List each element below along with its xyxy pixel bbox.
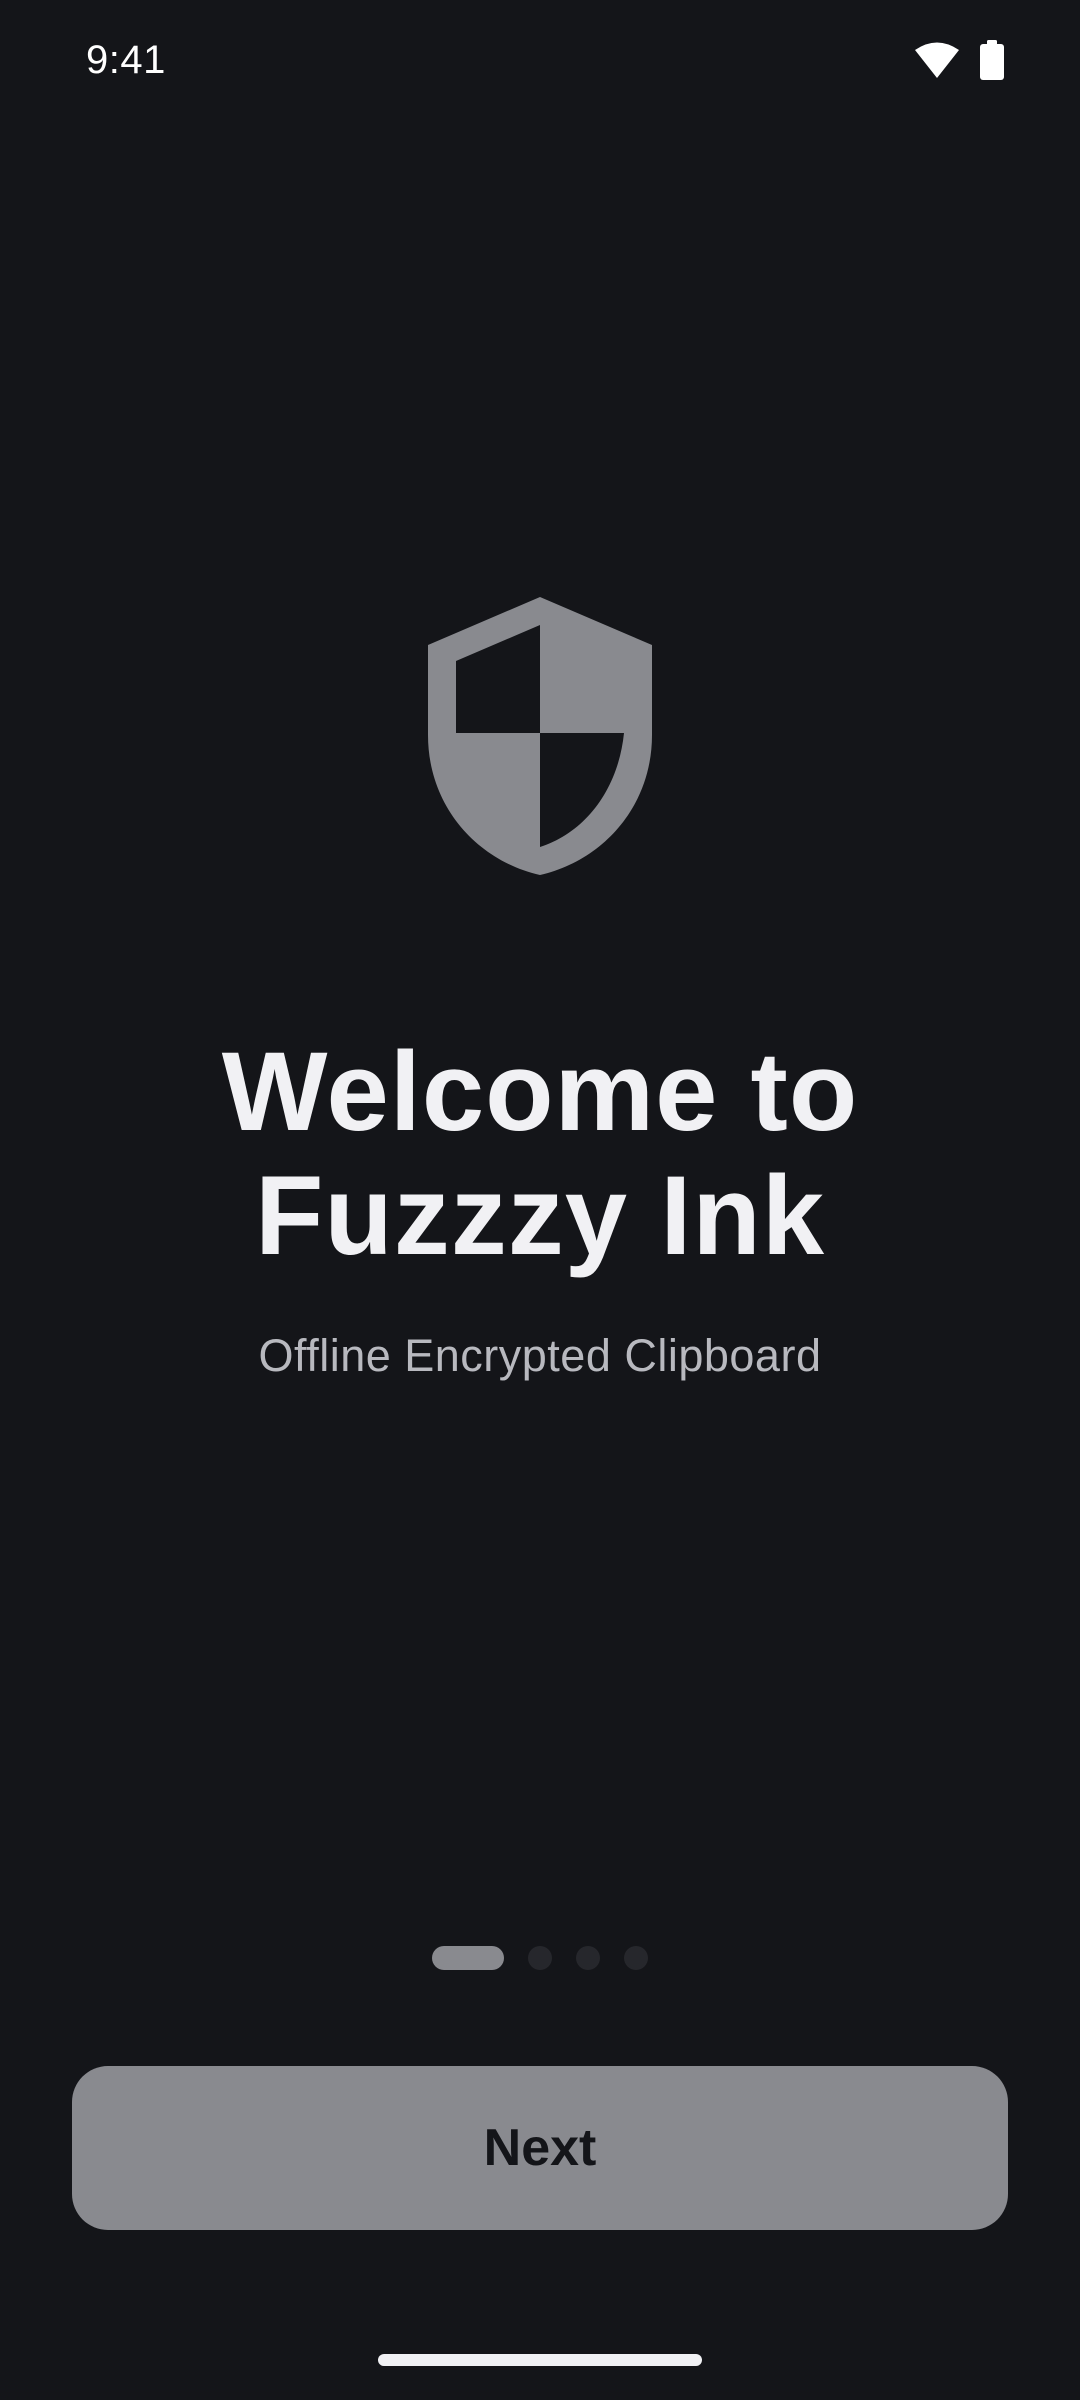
page-dot-4[interactable] (624, 1946, 648, 1970)
status-bar: 9:41 (0, 0, 1080, 130)
shield-icon (420, 595, 660, 875)
next-button-label: Next (483, 2119, 597, 2177)
page-dot-2[interactable] (528, 1946, 552, 1970)
welcome-title-line-2: Fuzzzy Ink (254, 1153, 826, 1278)
welcome-title: Welcome to Fuzzzy Ink (0, 1030, 1080, 1278)
page-dot-1-active[interactable] (432, 1946, 504, 1970)
next-button[interactable]: Next (72, 2066, 1008, 2230)
welcome-subtitle: Offline Encrypted Clipboard (258, 1330, 822, 1381)
page-indicator (432, 1946, 648, 1970)
wifi-icon (914, 41, 960, 79)
home-indicator[interactable] (378, 2354, 702, 2366)
page-dot-3[interactable] (576, 1946, 600, 1970)
status-icons (914, 40, 1004, 80)
battery-icon (980, 40, 1004, 80)
welcome-title-line-1: Welcome to (221, 1029, 859, 1154)
status-time: 9:41 (86, 38, 166, 82)
